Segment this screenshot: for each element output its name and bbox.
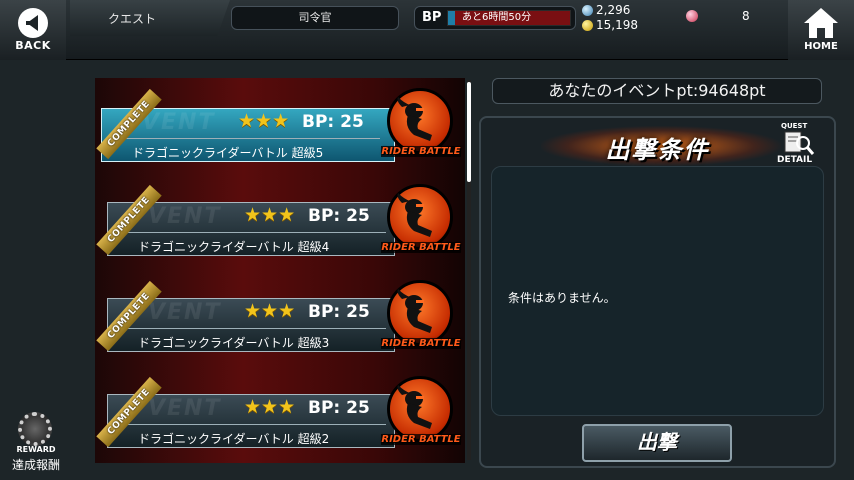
difficulty-stars: ★★★ bbox=[244, 204, 296, 226]
gem-icon bbox=[686, 10, 698, 22]
quest-tab: クエスト bbox=[70, 0, 230, 36]
card-divider bbox=[114, 138, 380, 139]
bp-cost: BP: 25 bbox=[308, 398, 370, 418]
rider-circle bbox=[387, 184, 453, 250]
quest-card[interactable]: VENT ★★★ BP: 25 ドラゴニックライダーバトル 超級4 COMPLE… bbox=[95, 182, 465, 268]
rider-battle-badge: RIDER BATTLE bbox=[381, 280, 461, 362]
detail-quest-tag: QUEST bbox=[781, 122, 808, 130]
back-button[interactable]: BACK bbox=[0, 0, 66, 60]
silver-coin-icon bbox=[582, 5, 593, 16]
conditions-box: 条件はありません。 bbox=[491, 166, 824, 416]
reward-label: REWARD bbox=[16, 445, 56, 454]
event-points: あなたのイベントpt:94648pt bbox=[492, 78, 822, 104]
difficulty-stars: ★★★ bbox=[244, 300, 296, 322]
silver-amount: 2,296 bbox=[596, 3, 631, 17]
difficulty-stars: ★★★ bbox=[238, 110, 290, 132]
magnifier-icon bbox=[784, 131, 815, 155]
quest-title: クエスト bbox=[108, 12, 157, 26]
reward-medal-icon bbox=[18, 412, 52, 446]
rider-circle bbox=[387, 376, 453, 442]
bp-meter: BP あと6時間50分 bbox=[414, 6, 576, 30]
quest-card-watermark: VENT bbox=[148, 300, 222, 325]
back-arrow-icon bbox=[18, 8, 48, 38]
difficulty-stars: ★★★ bbox=[244, 396, 296, 418]
bp-cost: BP: 25 bbox=[308, 206, 370, 226]
sortie-conditions-panel: 出撃条件 QUEST DETAIL 条件はありません。 出撃 bbox=[479, 116, 836, 468]
quest-card[interactable]: VENT ★★★ BP: 25 ドラゴニックライダーバトル 超級3 COMPLE… bbox=[95, 278, 465, 364]
bp-cost: BP: 25 bbox=[302, 112, 364, 132]
rider-icon bbox=[397, 193, 432, 237]
quest-card-plate: VENT ★★★ BP: 25 ドラゴニックライダーバトル 超級2 bbox=[107, 394, 395, 448]
quest-name: ドラゴニックライダーバトル 超級2 bbox=[138, 432, 330, 446]
rider-icon bbox=[397, 289, 432, 333]
top-bar: BACK クエスト 司令官 BP あと6時間50分 2,296 15,198 8… bbox=[0, 0, 854, 60]
home-label: HOME bbox=[804, 41, 838, 52]
bp-bar: あと6時間50分 bbox=[447, 10, 571, 26]
quest-detail-button[interactable]: QUEST DETAIL bbox=[777, 122, 821, 166]
reward-button[interactable]: REWARD 達成報酬 bbox=[6, 412, 66, 474]
sortie-button[interactable]: 出撃 bbox=[582, 424, 732, 462]
quest-list[interactable]: VENT ★★★ BP: 25 ドラゴニックライダーバトル 超級5 COMPLE… bbox=[95, 78, 465, 463]
bp-cost: BP: 25 bbox=[308, 302, 370, 322]
rider-battle-label: RIDER BATTLE bbox=[381, 242, 461, 253]
quest-card[interactable]: VENT ★★★ BP: 25 ドラゴニックライダーバトル 超級2 COMPLE… bbox=[95, 374, 465, 460]
gold-amount: 15,198 bbox=[596, 18, 638, 32]
bp-recovery-time: あと6時間50分 bbox=[462, 12, 532, 23]
card-divider bbox=[120, 328, 386, 329]
quest-card-plate: VENT ★★★ BP: 25 ドラゴニックライダーバトル 超級3 bbox=[107, 298, 395, 352]
list-scrollbar-thumb[interactable] bbox=[467, 82, 471, 182]
rider-battle-label: RIDER BATTLE bbox=[381, 338, 461, 349]
quest-name: ドラゴニックライダーバトル 超級5 bbox=[132, 146, 324, 160]
rider-battle-label: RIDER BATTLE bbox=[381, 146, 461, 157]
rider-icon bbox=[397, 385, 432, 429]
rider-circle bbox=[387, 88, 453, 154]
rider-battle-badge: RIDER BATTLE bbox=[381, 184, 461, 266]
quest-card[interactable]: VENT ★★★ BP: 25 ドラゴニックライダーバトル 超級5 COMPLE… bbox=[95, 86, 465, 172]
quest-card-watermark: VENT bbox=[148, 204, 222, 229]
home-icon bbox=[804, 8, 838, 38]
reward-label-jp: 達成報酬 bbox=[11, 458, 60, 472]
card-divider bbox=[120, 232, 386, 233]
bp-bar-fill bbox=[448, 11, 456, 25]
card-divider bbox=[120, 424, 386, 425]
bp-label: BP bbox=[422, 10, 442, 25]
quest-card-plate: VENT ★★★ BP: 25 ドラゴニックライダーバトル 超級4 bbox=[107, 202, 395, 256]
currency-display: 2,296 15,198 bbox=[582, 3, 638, 33]
rider-icon bbox=[397, 97, 432, 141]
home-button[interactable]: HOME bbox=[788, 0, 854, 60]
conditions-text: 条件はありません。 bbox=[508, 291, 616, 305]
quest-name: ドラゴニックライダーバトル 超級4 bbox=[138, 240, 330, 254]
rider-battle-label: RIDER BATTLE bbox=[381, 434, 461, 445]
rider-battle-badge: RIDER BATTLE bbox=[381, 88, 461, 170]
quest-name: ドラゴニックライダーバトル 超級3 bbox=[138, 336, 330, 350]
detail-label: DETAIL bbox=[777, 155, 813, 165]
quest-card-watermark: VENT bbox=[148, 396, 222, 421]
rider-circle bbox=[387, 280, 453, 346]
back-label: BACK bbox=[15, 39, 51, 52]
quest-card-watermark: VENT bbox=[142, 110, 216, 135]
rank-display: 司令官 bbox=[231, 6, 399, 30]
rider-battle-badge: RIDER BATTLE bbox=[381, 376, 461, 458]
gold-coin-icon bbox=[582, 20, 593, 31]
gem-count: 8 bbox=[742, 9, 750, 23]
